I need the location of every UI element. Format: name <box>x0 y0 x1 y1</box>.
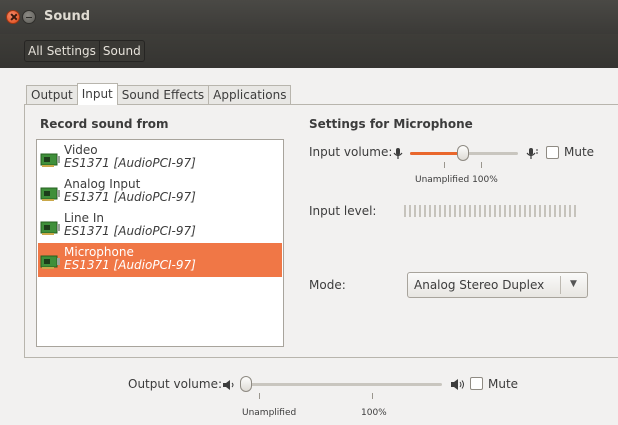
output-volume-label: Output volume: <box>128 377 222 391</box>
level-segment <box>409 205 411 217</box>
level-segment <box>469 205 471 217</box>
dropdown-separator <box>560 276 561 294</box>
settings-heading: Settings for Microphone <box>309 117 473 131</box>
mode-dropdown[interactable]: Analog Stereo Duplex ▼ <box>407 272 588 298</box>
mode-label: Mode: <box>309 278 346 292</box>
level-segment <box>504 205 506 217</box>
level-segment <box>444 205 446 217</box>
minimize-icon[interactable] <box>22 10 36 24</box>
level-segment <box>459 205 461 217</box>
device-item-line-in[interactable]: Line In ES1371 [AudioPCI-97] <box>38 209 282 243</box>
level-segment <box>429 205 431 217</box>
level-segment <box>559 205 561 217</box>
input-volume-fill <box>410 152 463 155</box>
tab-bar: Output Input Sound Effects Applications <box>26 83 292 105</box>
level-segment <box>549 205 551 217</box>
level-segment <box>449 205 451 217</box>
level-segment <box>564 205 566 217</box>
sound-card-icon <box>40 255 60 269</box>
window-title: Sound <box>44 9 91 24</box>
level-segment <box>554 205 556 217</box>
level-segment <box>529 205 531 217</box>
microphone-muted-icon <box>393 148 403 159</box>
toolbar: All Settings Sound <box>0 34 618 68</box>
mode-dropdown-value: Analog Stereo Duplex <box>414 278 545 292</box>
input-level-label: Input level: <box>309 204 377 218</box>
device-item-analog-input[interactable]: Analog Input ES1371 [AudioPCI-97] <box>38 175 282 209</box>
sound-card-icon <box>40 153 60 167</box>
output-unamplified-tick <box>259 393 260 399</box>
output-100-label: 100% <box>361 408 387 418</box>
record-heading: Record sound from <box>40 117 169 131</box>
tab-input[interactable]: Input <box>76 83 118 105</box>
device-item-microphone[interactable]: Microphone ES1371 [AudioPCI-97] <box>38 243 282 277</box>
output-mute-label: Mute <box>488 377 519 391</box>
title-bar: Sound <box>0 0 618 34</box>
level-segment <box>519 205 521 217</box>
sound-card-icon <box>40 221 60 235</box>
close-icon[interactable] <box>6 10 20 24</box>
breadcrumb: All Settings Sound <box>24 40 145 62</box>
output-unamplified-label: Unamplified <box>242 408 297 418</box>
breadcrumb-sound[interactable]: Sound <box>98 41 144 61</box>
output-100-tick <box>372 393 373 399</box>
level-segment <box>484 205 486 217</box>
speaker-low-icon <box>223 380 234 390</box>
input-scale-label: Unamplified 100% <box>415 175 498 185</box>
level-segment <box>464 205 466 217</box>
level-segment <box>574 205 576 217</box>
level-segment <box>514 205 516 217</box>
level-segment <box>494 205 496 217</box>
device-item-video[interactable]: Video ES1371 [AudioPCI-97] <box>38 141 282 175</box>
input-volume-slider[interactable] <box>456 145 469 161</box>
input-100-tick <box>481 162 482 168</box>
level-segment <box>439 205 441 217</box>
level-segment <box>414 205 416 217</box>
level-segment <box>534 205 536 217</box>
input-level-meter <box>404 205 576 217</box>
level-segment <box>544 205 546 217</box>
chevron-down-icon: ▼ <box>570 279 577 289</box>
output-volume-slider[interactable] <box>240 376 252 392</box>
level-segment <box>434 205 436 217</box>
level-segment <box>454 205 456 217</box>
level-segment <box>424 205 426 217</box>
level-segment <box>524 205 526 217</box>
level-segment <box>569 205 571 217</box>
level-segment <box>499 205 501 217</box>
input-mute-checkbox[interactable] <box>546 146 559 159</box>
microphone-high-icon <box>526 148 538 159</box>
level-segment <box>509 205 511 217</box>
sound-card-icon <box>40 187 60 201</box>
level-segment <box>404 205 406 217</box>
tab-output[interactable]: Output <box>26 85 78 105</box>
input-volume-label: Input volume: <box>309 145 393 159</box>
level-segment <box>419 205 421 217</box>
breadcrumb-all-settings[interactable]: All Settings <box>25 41 99 61</box>
input-unamplified-tick <box>444 162 445 168</box>
level-segment <box>474 205 476 217</box>
output-mute-checkbox[interactable] <box>470 377 483 390</box>
tab-sound-effects[interactable]: Sound Effects <box>116 85 210 105</box>
level-segment <box>489 205 491 217</box>
device-list[interactable]: Video ES1371 [AudioPCI-97] Analog Input … <box>36 139 284 347</box>
speaker-high-icon <box>451 379 464 390</box>
level-segment <box>479 205 481 217</box>
level-segment <box>539 205 541 217</box>
input-mute-label: Mute <box>564 145 595 159</box>
output-volume-track[interactable] <box>242 383 442 386</box>
tab-applications[interactable]: Applications <box>208 85 292 105</box>
